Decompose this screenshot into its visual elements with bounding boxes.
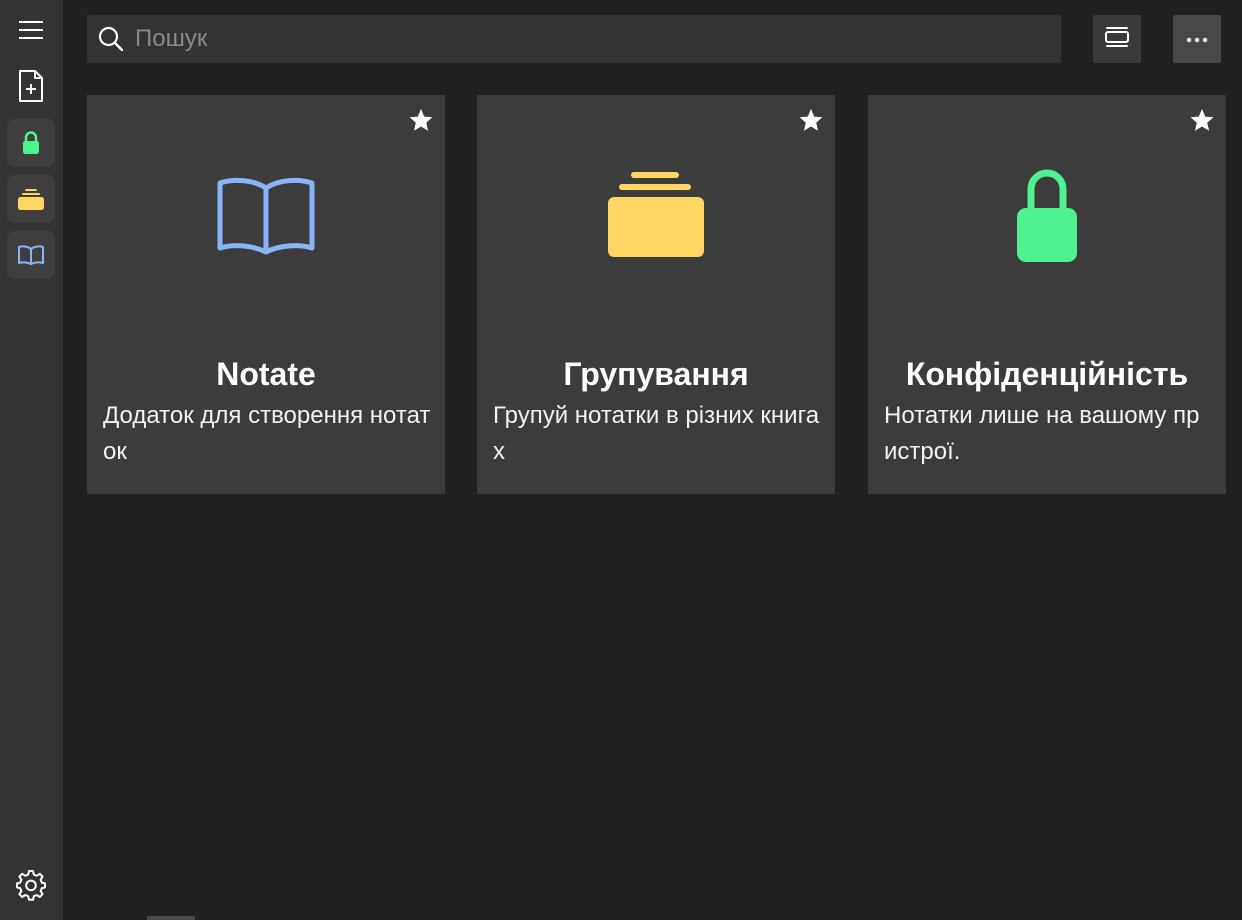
card-title: Групування	[563, 356, 749, 392]
more-options-icon	[1186, 30, 1208, 48]
search-input[interactable]	[135, 15, 1061, 63]
book-icon	[17, 243, 45, 267]
note-card[interactable]: Конфіденційність Нотатки лише на вашому …	[868, 95, 1226, 494]
star-icon[interactable]	[408, 107, 434, 133]
star-icon[interactable]	[1189, 107, 1215, 133]
hamburger-menu-icon	[18, 19, 44, 41]
sidebar-item-privacy[interactable]	[7, 119, 55, 167]
lock-icon	[868, 155, 1226, 275]
note-card[interactable]: Notate Додаток для створення нотаток	[87, 95, 445, 494]
note-card[interactable]: Групування Групуй нотатки в різних книга…	[477, 95, 835, 494]
card-description: Додаток для створення нотаток	[103, 402, 431, 465]
gear-icon	[15, 869, 47, 901]
star-icon[interactable]	[798, 107, 824, 133]
lock-icon	[22, 131, 40, 155]
view-layout-icon	[1104, 26, 1130, 53]
card-title: Конфіденційність	[905, 356, 1189, 392]
search-bar[interactable]	[87, 15, 1061, 63]
sidebar-item-notebooks[interactable]	[7, 231, 55, 279]
menu-button[interactable]	[7, 6, 55, 54]
more-options-button[interactable]	[1173, 15, 1221, 63]
book-icon	[87, 155, 445, 275]
card-title: Notate	[216, 356, 316, 392]
view-toggle-button[interactable]	[1093, 15, 1141, 63]
sidebar	[0, 0, 63, 920]
app-window: Notate Додаток для створення нотаток Гру…	[0, 0, 1242, 920]
folder-icon	[477, 155, 835, 275]
folder-icon	[17, 187, 45, 211]
sidebar-item-groups[interactable]	[7, 175, 55, 223]
new-note-button[interactable]	[7, 62, 55, 110]
settings-button[interactable]	[7, 861, 55, 909]
scroll-indicator	[147, 916, 195, 920]
search-icon	[87, 15, 135, 63]
card-description: Групуй нотатки в різних книгах	[493, 402, 820, 465]
card-description: Нотатки лише на вашому пристрої.	[884, 402, 1200, 465]
new-note-icon	[17, 69, 45, 103]
